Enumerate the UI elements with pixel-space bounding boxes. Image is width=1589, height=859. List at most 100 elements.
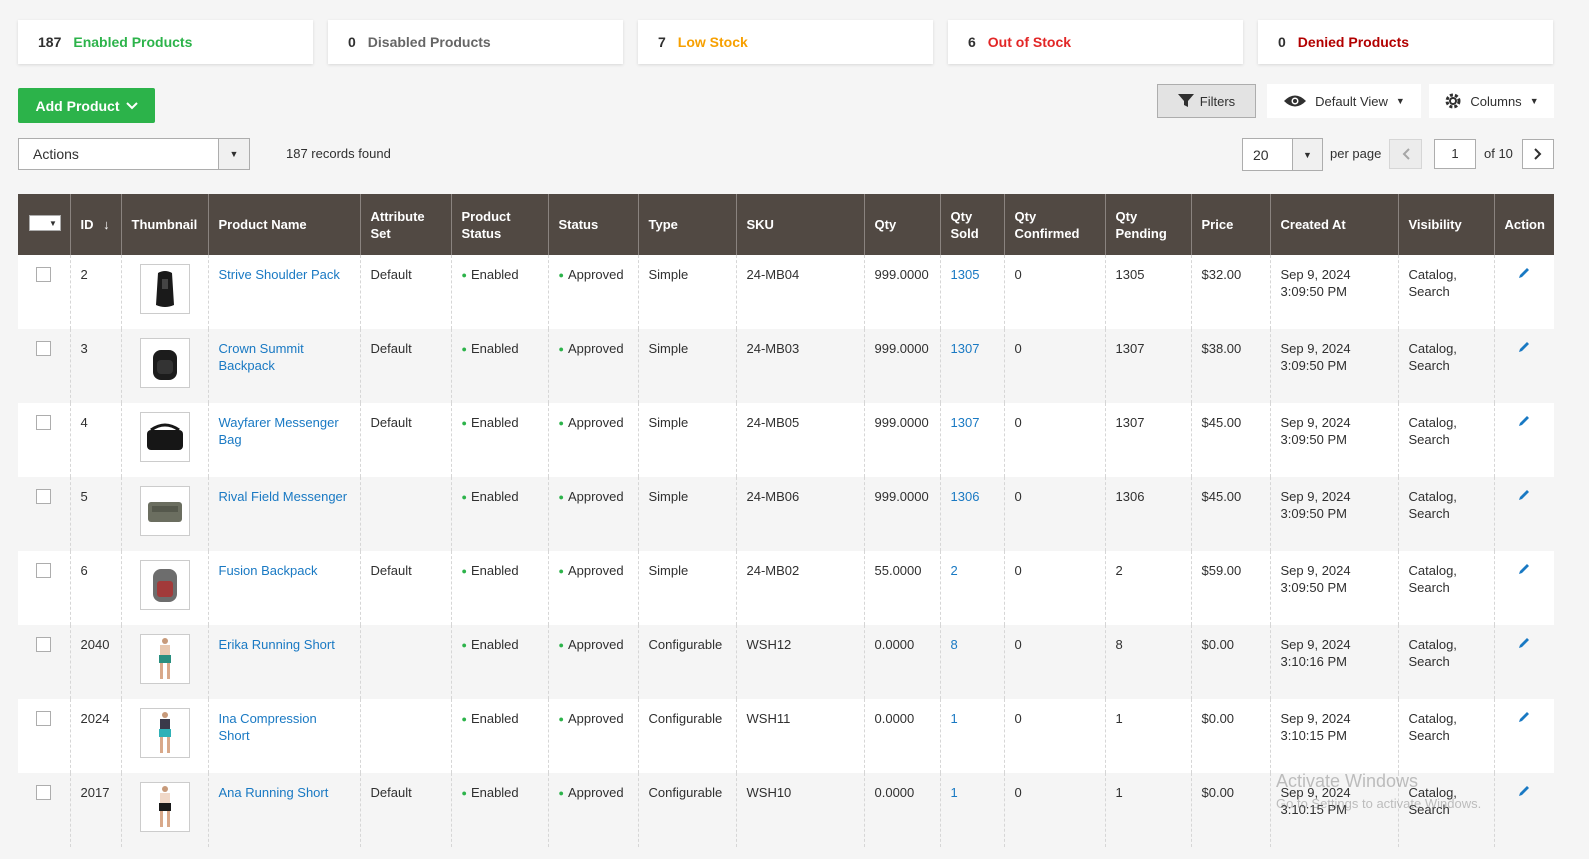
stat-disabled-products[interactable]: 0 Disabled Products <box>328 20 623 64</box>
col-qty[interactable]: Qty <box>863 194 940 255</box>
row-checkbox[interactable] <box>36 711 51 726</box>
col-product-status[interactable]: Product Status <box>450 194 548 255</box>
stat-denied-products[interactable]: 0 Denied Products <box>1258 20 1553 64</box>
product-name-link[interactable]: Ana Running Short <box>219 785 329 800</box>
row-select-cell <box>18 403 70 477</box>
table-row[interactable]: 4 Wayfarer Messenger Bag Default ● Enabled ● A… <box>18 403 1554 477</box>
cell-qty: 999.0000 <box>863 477 940 551</box>
pencil-icon[interactable] <box>1517 562 1531 576</box>
table-row[interactable]: 2 Strive Shoulder Pack Default ● Enabled ● App… <box>18 255 1554 329</box>
qty-sold-link[interactable]: 8 <box>951 637 958 652</box>
product-name-link[interactable]: Ina Compression Short <box>219 711 317 743</box>
col-type[interactable]: Type <box>637 194 736 255</box>
product-thumbnail[interactable] <box>139 264 190 314</box>
qty-sold-link[interactable]: 1 <box>951 711 958 726</box>
prev-page-button[interactable] <box>1389 139 1422 169</box>
actions-dropdown[interactable]: Actions ▼ <box>18 138 250 170</box>
product-name-link[interactable]: Crown Summit Backpack <box>219 341 304 373</box>
cell-qty-sold: 1 <box>939 773 1004 847</box>
table-row[interactable]: 5 Rival Field Messenger ● Enabled ● Approved S… <box>18 477 1554 551</box>
qty-sold-link[interactable]: 1 <box>951 785 958 800</box>
pencil-icon[interactable] <box>1517 636 1531 650</box>
records-found: 187 records found <box>286 146 391 161</box>
row-checkbox[interactable] <box>36 637 51 652</box>
row-checkbox[interactable] <box>36 563 51 578</box>
product-name-link[interactable]: Erika Running Short <box>219 637 335 652</box>
cell-qty: 999.0000 <box>863 329 940 403</box>
status-dot-icon: ● <box>558 418 564 429</box>
col-id[interactable]: ID ↓ <box>69 194 121 255</box>
cell-sku: 24-MB04 <box>735 255 864 329</box>
cell-id: 2040 <box>69 625 121 699</box>
table-row[interactable]: 2040 Erika Running Short ● Enabled ● Approved… <box>18 625 1554 699</box>
product-thumbnail[interactable] <box>139 560 190 610</box>
pencil-icon[interactable] <box>1517 414 1531 428</box>
pencil-icon[interactable] <box>1517 710 1531 724</box>
qty-sold-link[interactable]: 1307 <box>951 341 980 356</box>
qty-sold-link[interactable]: 2 <box>951 563 958 578</box>
stat-out-of-stock[interactable]: 6 Out of Stock <box>948 20 1243 64</box>
row-checkbox[interactable] <box>36 341 51 356</box>
product-thumbnail[interactable] <box>139 782 190 832</box>
next-page-button[interactable] <box>1522 139 1554 169</box>
cell-price: $0.00 <box>1190 773 1270 847</box>
caret-down-icon: ▼ <box>49 218 57 228</box>
cell-id: 4 <box>69 403 121 477</box>
stat-label: Disabled Products <box>367 34 491 50</box>
per-page-select[interactable]: 20 ▼ <box>1242 138 1323 171</box>
col-status[interactable]: Status <box>547 194 638 255</box>
chevron-right-icon <box>1534 148 1542 160</box>
table-row[interactable]: 3 Crown Summit Backpack Default ● Enabled ● Ap… <box>18 329 1554 403</box>
col-sku[interactable]: SKU <box>735 194 864 255</box>
cell-qty-confirmed: 0 <box>1003 255 1105 329</box>
col-visibility[interactable]: Visibility <box>1397 194 1494 255</box>
stat-enabled-products[interactable]: 187 Enabled Products <box>18 20 313 64</box>
pencil-icon[interactable] <box>1517 266 1531 280</box>
columns-button[interactable]: Columns ▼ <box>1429 84 1554 118</box>
filters-button[interactable]: Filters <box>1157 84 1256 118</box>
cell-sku: 24-MB03 <box>735 329 864 403</box>
product-name-link[interactable]: Fusion Backpack <box>219 563 318 578</box>
add-product-button[interactable]: Add Product <box>18 88 155 123</box>
mass-select[interactable]: ▼ <box>29 215 61 231</box>
cell-attribute-set: Default <box>359 403 451 477</box>
pencil-icon[interactable] <box>1517 340 1531 354</box>
product-thumbnail[interactable] <box>139 412 190 462</box>
product-thumbnail[interactable] <box>139 708 190 758</box>
cell-product-name: Ina Compression Short <box>207 699 360 773</box>
row-checkbox[interactable] <box>36 267 51 282</box>
stat-low-stock[interactable]: 7 Low Stock <box>638 20 933 64</box>
pencil-icon[interactable] <box>1517 784 1531 798</box>
cell-visibility: Catalog, Search <box>1397 255 1494 329</box>
cell-qty: 0.0000 <box>863 699 940 773</box>
qty-sold-link[interactable]: 1305 <box>951 267 980 282</box>
product-name-link[interactable]: Rival Field Messenger <box>219 489 348 504</box>
table-row[interactable]: 2024 Ina Compression Short ● Enabled ● Approv… <box>18 699 1554 773</box>
page-number-input[interactable]: 1 <box>1434 139 1476 169</box>
columns-label: Columns <box>1470 93 1522 109</box>
col-qty-sold[interactable]: Qty Sold <box>939 194 1004 255</box>
default-view-button[interactable]: Default View ▼ <box>1267 84 1421 118</box>
table-row[interactable]: 2017 Ana Running Short Default ● Enabled ● App… <box>18 773 1554 847</box>
col-price[interactable]: Price <box>1190 194 1270 255</box>
col-attribute-set[interactable]: Attribute Set <box>359 194 451 255</box>
mass-select-header[interactable]: ▼ <box>18 194 70 255</box>
row-checkbox[interactable] <box>36 415 51 430</box>
row-checkbox[interactable] <box>36 489 51 504</box>
product-thumbnail[interactable] <box>139 634 190 684</box>
qty-sold-link[interactable]: 1307 <box>951 415 980 430</box>
product-thumbnail[interactable] <box>139 486 190 536</box>
product-thumbnail[interactable] <box>139 338 190 388</box>
product-name-link[interactable]: Wayfarer Messenger Bag <box>219 415 339 447</box>
qty-sold-link[interactable]: 1306 <box>951 489 980 504</box>
col-qty-confirmed[interactable]: Qty Confirmed <box>1003 194 1105 255</box>
pencil-icon[interactable] <box>1517 488 1531 502</box>
product-name-link[interactable]: Strive Shoulder Pack <box>219 267 340 282</box>
cell-visibility: Catalog, Search <box>1397 773 1494 847</box>
table-row[interactable]: 6 Fusion Backpack Default ● Enabled ● Approved… <box>18 551 1554 625</box>
col-created-at[interactable]: Created At <box>1269 194 1398 255</box>
col-product-name[interactable]: Product Name <box>207 194 360 255</box>
col-qty-pending[interactable]: Qty Pending <box>1104 194 1191 255</box>
cell-thumbnail <box>120 403 208 477</box>
row-checkbox[interactable] <box>36 785 51 800</box>
